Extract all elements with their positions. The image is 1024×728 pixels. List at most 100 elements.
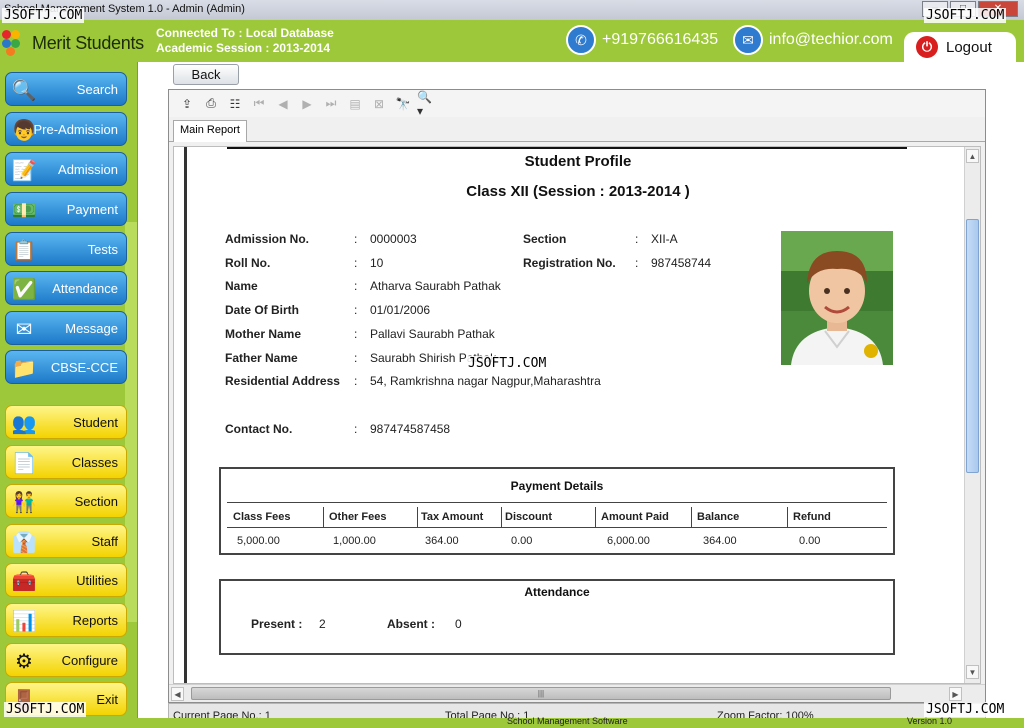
phone-icon: ✆	[566, 25, 596, 55]
table-cell: 6,000.00	[607, 535, 650, 547]
sidebar-item-label: Classes	[71, 454, 118, 470]
payment-details-title: Payment Details	[510, 479, 604, 493]
report-title: Student Profile	[524, 153, 632, 170]
sidebar-item-classes[interactable]: 📄 Classes	[5, 445, 127, 479]
watermark: JSOFTJ.COM	[924, 8, 1007, 23]
back-button[interactable]: Back	[173, 64, 239, 85]
present-value: 2	[319, 617, 326, 631]
field-label: Registration No.	[523, 256, 616, 270]
sidebar-item-label: Message	[65, 320, 118, 336]
sidebar-item-reports[interactable]: 📊 Reports	[5, 603, 127, 637]
sidebar-item-student[interactable]: 👥 Student	[5, 405, 127, 439]
student-icon: 👦	[11, 119, 37, 142]
academic-session: Academic Session : 2013-2014	[156, 41, 331, 55]
sidebar-item-label: Search	[76, 81, 118, 97]
export-icon[interactable]: ⇪	[177, 94, 197, 114]
mail-icon: ✉	[733, 25, 763, 55]
payment-details-box: Payment Details Class Fees Other Fees Ta…	[219, 467, 895, 555]
gear-icon: ⚙	[15, 650, 33, 673]
field-value: Atharva Saurabh Pathak	[370, 279, 501, 293]
attendance-icon: ✅	[11, 278, 37, 301]
group-tree-icon[interactable]: ☷	[225, 94, 245, 114]
toolbox-icon: 🧰	[11, 570, 37, 593]
horizontal-scrollbar[interactable]: ◀ ||| ▶	[169, 684, 985, 702]
sidebar-item-configure[interactable]: ⚙ Configure	[5, 643, 127, 677]
zoom-icon[interactable]: 🔍▾	[417, 90, 437, 118]
sidebar-item-payment[interactable]: 💵 Payment	[5, 192, 127, 226]
table-cell: 364.00	[425, 535, 459, 547]
money-icon: 💵	[11, 199, 37, 222]
sidebar-item-section[interactable]: 👫 Section	[5, 484, 127, 518]
envelope-icon: ✉	[15, 318, 33, 341]
logout-label: Logout	[946, 38, 992, 56]
sidebar-item-staff[interactable]: 👔 Staff	[5, 524, 127, 558]
phone-number: +919766616435	[602, 31, 719, 48]
print-icon[interactable]: ⎙	[201, 94, 221, 114]
field-label: Section	[523, 232, 567, 246]
absent-label: Absent :	[387, 617, 435, 631]
find-icon[interactable]: 🔭	[393, 94, 413, 114]
connection-status: Connected To : Local Database	[156, 26, 334, 40]
sidebar-item-label: CBSE-CCE	[50, 359, 118, 375]
field-label: Date Of Birth	[225, 303, 300, 317]
sidebar-item-pre-admission[interactable]: 👦 Pre-Admission	[5, 112, 127, 146]
sidebar-item-message[interactable]: ✉ Message	[5, 311, 127, 345]
last-page-icon[interactable]: ⏭	[321, 94, 341, 114]
sidebar-item-cbse-cce[interactable]: 📁 CBSE-CCE	[5, 350, 127, 384]
field-value: XII-A	[651, 232, 678, 246]
scroll-down-icon[interactable]: ▼	[966, 665, 979, 679]
student-photo-image	[781, 231, 893, 365]
vertical-scrollbar[interactable]: ▲ ▼	[964, 147, 980, 683]
previous-page-icon[interactable]: ◀	[273, 94, 293, 114]
sidebar-item-attendance[interactable]: ✅ Attendance	[5, 271, 127, 305]
app-header: Merit Students Connected To : Local Data…	[0, 20, 1024, 62]
sidebar-item-label: Payment	[66, 201, 118, 217]
bar-chart-icon: 📊	[11, 610, 37, 633]
vertical-scroll-thumb[interactable]	[966, 219, 979, 473]
first-page-icon[interactable]: ⏮	[249, 94, 269, 114]
email-address: info@techior.com	[769, 31, 893, 48]
stop-icon[interactable]: ⊠	[369, 94, 389, 114]
field-value: 01/01/2006	[370, 303, 431, 317]
scroll-up-icon[interactable]: ▲	[966, 149, 979, 163]
report-tabs: Main Report	[169, 118, 985, 142]
field-label: Father Name	[225, 351, 298, 365]
sidebar-item-label: Pre-Admission	[33, 121, 118, 137]
sidebar-item-tests[interactable]: 📋 Tests	[5, 232, 127, 266]
sidebar-item-label: Attendance	[52, 280, 118, 296]
sidebar-item-utilities[interactable]: 🧰 Utilities	[5, 563, 127, 597]
table-header: Class Fees	[233, 511, 291, 523]
checklist-icon: 📋	[11, 239, 37, 262]
student-photo	[781, 231, 893, 365]
goto-page-icon[interactable]: ▤	[345, 94, 365, 114]
horizontal-scroll-thumb[interactable]: |||	[191, 687, 891, 700]
next-page-icon[interactable]: ▶	[297, 94, 317, 114]
email-contact: ✉ info@techior.com	[733, 25, 893, 55]
field-label: Contact No.	[225, 422, 293, 436]
tab-main-report[interactable]: Main Report	[173, 120, 247, 142]
sidebar-item-label: Staff	[91, 533, 118, 549]
scroll-left-icon[interactable]: ◀	[171, 687, 184, 701]
document-icon: 📄	[11, 452, 37, 475]
table-header: Other Fees	[329, 511, 387, 523]
watermark: JSOFTJ.COM	[924, 702, 1007, 717]
field-label: Admission No.	[225, 232, 310, 246]
sidebar-item-label: Exit	[96, 691, 118, 707]
software-name: School Management Software	[507, 716, 628, 726]
people-icon: 👫	[11, 491, 37, 514]
sidebar-item-label: Configure	[61, 652, 118, 668]
field-value: 54, Ramkrishna nagar Nagpur,Maharashtra	[370, 374, 601, 388]
sidebar-item-admission[interactable]: 📝 Admission	[5, 152, 127, 186]
attendance-box: Attendance Present : 2 Absent : 0	[219, 579, 895, 655]
present-label: Present :	[251, 617, 303, 631]
table-cell: 1,000.00	[333, 535, 376, 547]
students-group-icon: 👥	[11, 412, 37, 435]
app-footer: School Management Software Version 1.0	[137, 716, 1024, 728]
field-label: Roll No.	[225, 256, 271, 270]
main-panel: Back ⇪ ⎙ ☷ ⏮ ◀ ▶ ⏭ ▤ ⊠ 🔭 🔍▾ Main Report …	[137, 62, 1024, 728]
table-cell: 0.00	[511, 535, 533, 547]
scroll-right-icon[interactable]: ▶	[949, 687, 962, 701]
sidebar-item-search[interactable]: 🔍 Search	[5, 72, 127, 106]
logout-button[interactable]: ⏻ Logout	[904, 32, 1016, 62]
version-label: Version 1.0	[907, 716, 953, 726]
